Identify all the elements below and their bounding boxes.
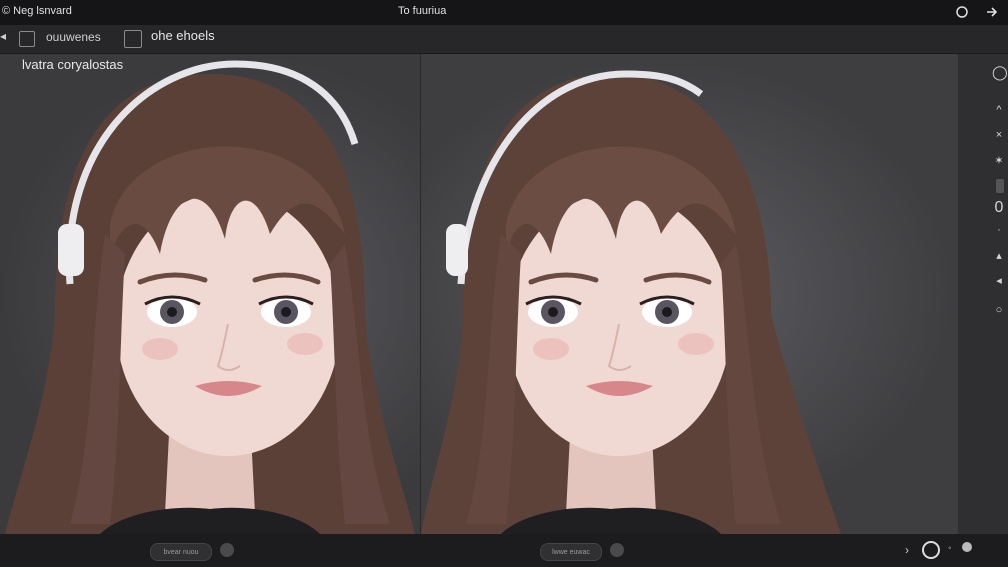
close-icon[interactable] xyxy=(954,4,970,20)
dot-icon[interactable]: · xyxy=(992,224,1006,236)
portrait-left-image xyxy=(5,60,415,534)
triangle-up-icon[interactable]: ▴ xyxy=(992,249,1006,262)
canvas: lvatra coryalostas xyxy=(0,54,958,534)
portrait-right-image xyxy=(421,70,841,534)
left-pill-icon[interactable] xyxy=(220,543,234,557)
bottom-bar: bvear nuou lwwe euwac › ◦ xyxy=(0,534,1008,567)
right-pill-icon[interactable] xyxy=(610,543,624,557)
title-bar: © Neg lsnvard To fuuriua xyxy=(0,0,1008,26)
star-icon[interactable]: ✶ xyxy=(992,154,1006,167)
canvas-label: lvatra coryalostas xyxy=(22,57,124,72)
settings-icon[interactable]: ◦ xyxy=(948,543,952,554)
back-icon[interactable]: ◂ xyxy=(0,29,6,43)
circle-icon[interactable]: ○ xyxy=(992,304,1006,316)
arrow-right-icon[interactable] xyxy=(984,4,1000,20)
right-pill-button[interactable]: lwwe euwac xyxy=(540,543,602,561)
slider-handle[interactable] xyxy=(996,179,1004,193)
toolbar-item-1[interactable]: ouuwenes xyxy=(46,30,101,44)
toolbar: ◂ ouuwenes ohe ehoels xyxy=(0,25,1008,54)
grid-icon[interactable] xyxy=(19,31,35,47)
left-pill-button[interactable]: bvear nuou xyxy=(150,543,212,561)
value-readout: 0 xyxy=(994,199,1004,216)
triangle-left-icon[interactable]: ◂ xyxy=(992,274,1006,287)
layers-icon[interactable] xyxy=(124,30,142,48)
right-sidebar: ◯ ^ × ✶ 0 · ▴ ◂ ○ xyxy=(958,54,1008,534)
portrait-right[interactable] xyxy=(421,54,958,534)
chevron-up-icon[interactable]: ^ xyxy=(992,104,1006,116)
toolbar-item-2[interactable]: ohe ehoels xyxy=(151,28,215,43)
status-dot-icon xyxy=(962,542,972,552)
portrait-left[interactable] xyxy=(0,54,420,534)
refresh-icon[interactable]: ◯ xyxy=(992,64,1008,81)
center-title: To fuuriua xyxy=(398,5,447,17)
play-icon[interactable]: › xyxy=(905,543,909,557)
close-icon[interactable]: × xyxy=(992,129,1006,141)
window-title: © Neg lsnvard xyxy=(2,5,72,17)
record-icon[interactable] xyxy=(922,541,940,559)
